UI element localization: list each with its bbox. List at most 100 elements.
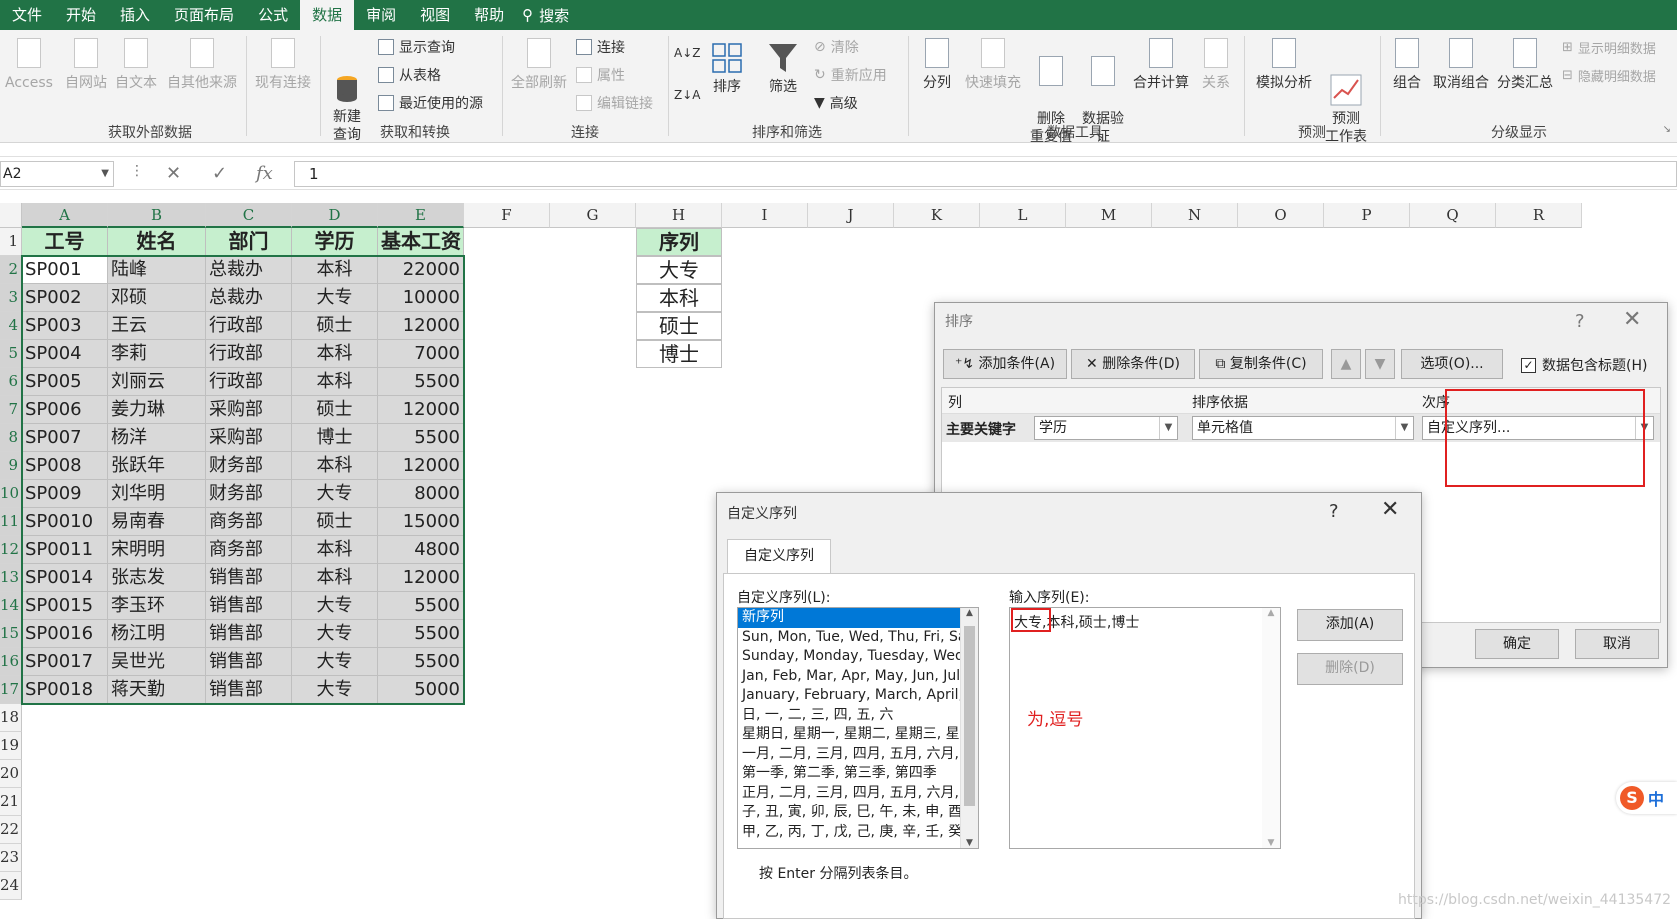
column-header-I[interactable]: I bbox=[722, 203, 808, 228]
table-cell[interactable]: 5500 bbox=[378, 620, 464, 648]
row-header-20[interactable]: 20 bbox=[0, 760, 22, 788]
custom-list-item[interactable]: Sunday, Monday, Tuesday, Wedi bbox=[738, 647, 960, 667]
row-header-5[interactable]: 5 bbox=[0, 340, 22, 368]
custom-lists-listbox[interactable]: 新序列 Sun, Mon, Tue, Wed, Thu, Fri, Sa Sunda… bbox=[737, 607, 979, 849]
table-cell[interactable]: 本科 bbox=[292, 256, 378, 284]
column-header-O[interactable]: O bbox=[1238, 203, 1324, 228]
insert-function-icon[interactable]: fx bbox=[256, 163, 273, 184]
row-header-6[interactable]: 6 bbox=[0, 368, 22, 396]
tab-1[interactable]: 开始 bbox=[54, 0, 108, 30]
table-cell[interactable]: SP0011 bbox=[22, 536, 108, 564]
table-cell[interactable]: SP002 bbox=[22, 284, 108, 312]
column-header-D[interactable]: D bbox=[292, 203, 378, 228]
scroll-down-icon[interactable]: ▼ bbox=[1262, 838, 1280, 848]
table-cell[interactable]: 5500 bbox=[378, 424, 464, 452]
row-header-7[interactable]: 7 bbox=[0, 396, 22, 424]
row-header-10[interactable]: 10 bbox=[0, 480, 22, 508]
table-cell[interactable]: 商务部 bbox=[206, 508, 292, 536]
table-cell[interactable]: 12000 bbox=[378, 312, 464, 340]
table-cell[interactable]: SP006 bbox=[22, 396, 108, 424]
table-cell[interactable]: 10000 bbox=[378, 284, 464, 312]
custom-list-item[interactable]: 第一季, 第二季, 第三季, 第四季 bbox=[738, 764, 960, 784]
table-cell[interactable]: SP0015 bbox=[22, 592, 108, 620]
table-cell[interactable]: SP0014 bbox=[22, 564, 108, 592]
delete-level-button[interactable]: ✕ 删除条件(D) bbox=[1071, 349, 1195, 379]
custom-list-item[interactable]: 一月, 二月, 三月, 四月, 五月, 六月, 一 bbox=[738, 745, 960, 765]
table-cell[interactable]: 大专 bbox=[292, 620, 378, 648]
connections-button[interactable]: 连接 bbox=[576, 36, 625, 58]
table-cell[interactable]: 12000 bbox=[378, 452, 464, 480]
column-header-K[interactable]: K bbox=[894, 203, 980, 228]
column-header-B[interactable]: B bbox=[108, 203, 206, 228]
column-header-A[interactable]: A bbox=[22, 203, 108, 228]
row-header-1[interactable]: 1 bbox=[0, 228, 22, 256]
row-header-2[interactable]: 2 bbox=[0, 256, 22, 284]
table-cell[interactable]: 宋明明 bbox=[108, 536, 206, 564]
formula-input[interactable]: 1 bbox=[294, 161, 1677, 187]
close-icon[interactable]: ✕ bbox=[1381, 497, 1399, 522]
table-cell[interactable]: 12000 bbox=[378, 564, 464, 592]
table-cell[interactable]: 4800 bbox=[378, 536, 464, 564]
table-cell[interactable]: 易南春 bbox=[108, 508, 206, 536]
table-cell[interactable]: 硕士 bbox=[292, 396, 378, 424]
add-level-button[interactable]: ⁺↯ 添加条件(A) bbox=[943, 349, 1067, 379]
row-header-9[interactable]: 9 bbox=[0, 452, 22, 480]
from-text-button[interactable]: 自文本 bbox=[112, 36, 160, 92]
consolidate-button[interactable]: 合并计算 bbox=[1130, 36, 1192, 92]
sort-on-select[interactable]: 单元格值 ▼ bbox=[1192, 416, 1414, 440]
copy-level-button[interactable]: ⧉ 复制条件(C) bbox=[1199, 349, 1323, 379]
table-cell[interactable]: 总裁办 bbox=[206, 284, 292, 312]
table-header-cell[interactable]: 学历 bbox=[292, 228, 378, 256]
column-header-P[interactable]: P bbox=[1324, 203, 1410, 228]
table-cell[interactable]: 本科 bbox=[292, 564, 378, 592]
table-cell[interactable]: SP0018 bbox=[22, 676, 108, 704]
column-header-R[interactable]: R bbox=[1496, 203, 1582, 228]
relationships-button[interactable]: 关系 bbox=[1196, 36, 1236, 92]
table-cell[interactable]: SP003 bbox=[22, 312, 108, 340]
table-cell[interactable]: 大专 bbox=[292, 676, 378, 704]
scroll-up-icon[interactable]: ▲ bbox=[961, 608, 978, 618]
table-cell[interactable]: 5500 bbox=[378, 592, 464, 620]
table-cell[interactable]: 大专 bbox=[292, 284, 378, 312]
table-cell[interactable]: 本科 bbox=[292, 340, 378, 368]
table-cell[interactable]: 采购部 bbox=[206, 396, 292, 424]
table-cell[interactable]: 财务部 bbox=[206, 452, 292, 480]
from-other-sources-button[interactable]: 自其他来源 bbox=[162, 36, 242, 92]
sequence-cell[interactable]: 大专 bbox=[636, 256, 722, 284]
table-cell[interactable]: 销售部 bbox=[206, 620, 292, 648]
table-cell[interactable]: 本科 bbox=[292, 536, 378, 564]
table-cell[interactable]: 销售部 bbox=[206, 676, 292, 704]
column-header-G[interactable]: G bbox=[550, 203, 636, 228]
table-cell[interactable]: 销售部 bbox=[206, 564, 292, 592]
table-cell[interactable]: 杨江明 bbox=[108, 620, 206, 648]
sort-az-button[interactable]: A↓Z bbox=[674, 44, 700, 62]
show-detail-button[interactable]: ⊞ 显示明细数据 bbox=[1562, 36, 1656, 58]
row-header-11[interactable]: 11 bbox=[0, 508, 22, 536]
table-cell[interactable]: 本科 bbox=[292, 452, 378, 480]
table-cell[interactable]: SP0017 bbox=[22, 648, 108, 676]
column-header-C[interactable]: C bbox=[206, 203, 292, 228]
row-header-14[interactable]: 14 bbox=[0, 592, 22, 620]
row-header-24[interactable]: 24 bbox=[0, 872, 22, 900]
table-header-cell[interactable]: 姓名 bbox=[108, 228, 206, 256]
scroll-up-icon[interactable]: ▲ bbox=[1262, 608, 1280, 618]
list-scrollbar[interactable]: ▲ ▼ bbox=[960, 608, 978, 848]
column-header-F[interactable]: F bbox=[464, 203, 550, 228]
custom-list-item[interactable]: January, February, March, April, I bbox=[738, 686, 960, 706]
table-cell[interactable]: 李玉环 bbox=[108, 592, 206, 620]
row-header-15[interactable]: 15 bbox=[0, 620, 22, 648]
table-header-cell[interactable]: 基本工资 bbox=[378, 228, 464, 256]
table-cell[interactable]: SP001 bbox=[22, 256, 108, 284]
table-cell[interactable]: 本科 bbox=[292, 368, 378, 396]
ungroup-button[interactable]: 取消组合 bbox=[1430, 36, 1492, 92]
table-cell[interactable]: 销售部 bbox=[206, 592, 292, 620]
ok-button[interactable]: 确定 bbox=[1475, 629, 1559, 659]
table-cell[interactable]: 8000 bbox=[378, 480, 464, 508]
table-cell[interactable]: SP009 bbox=[22, 480, 108, 508]
tab-5[interactable]: 数据 bbox=[300, 0, 355, 30]
row-header-12[interactable]: 12 bbox=[0, 536, 22, 564]
tab-7[interactable]: 视图 bbox=[408, 0, 462, 30]
entries-scrollbar[interactable]: ▲ ▼ bbox=[1262, 608, 1280, 848]
sort-za-button[interactable]: Z↓A bbox=[674, 86, 700, 104]
table-cell[interactable]: 行政部 bbox=[206, 368, 292, 396]
